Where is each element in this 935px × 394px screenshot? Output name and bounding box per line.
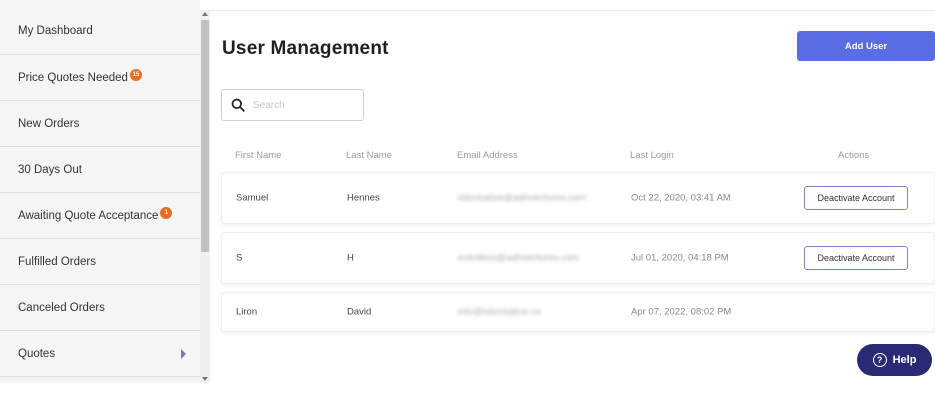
sidebar-item-canceled-orders[interactable]: Canceled Orders	[0, 285, 200, 331]
sidebar-scrollbar[interactable]	[200, 10, 210, 383]
email-cell: info@lsbcreative.co	[458, 306, 542, 318]
top-divider	[210, 10, 935, 11]
search-icon	[231, 98, 245, 112]
email-cell: lsbcreative@adhventures.com	[458, 192, 586, 204]
column-header-first-name: First Name	[235, 150, 282, 161]
last-login-cell: Jul 01, 2020, 04:18 PM	[631, 252, 729, 264]
sidebar-item-30-days-out[interactable]: 30 Days Out	[0, 147, 200, 193]
count-badge: 15	[129, 68, 142, 81]
help-button[interactable]: ? Help	[857, 344, 932, 376]
sidebar-item-label: New Orders	[18, 117, 80, 130]
column-header-actions: Actions	[838, 150, 870, 161]
sidebar-item-label: Price Quotes Needed	[18, 71, 128, 84]
last-name-cell: H	[347, 252, 354, 264]
sidebar-item-awaiting-quote-acceptance[interactable]: Awaiting Quote Acceptance 1	[0, 193, 200, 239]
column-header-last-login: Last Login	[630, 150, 674, 161]
sidebar-item-my-dashboard[interactable]: My Dashboard	[0, 0, 200, 55]
sidebar-item-quotes[interactable]: Quotes	[0, 331, 200, 377]
scroll-thumb[interactable]	[201, 20, 209, 252]
question-circle-icon: ?	[872, 353, 887, 367]
count-badge: 1	[160, 206, 173, 219]
deactivate-account-button[interactable]: Deactivate Account	[804, 246, 908, 270]
sidebar-item-label: My Dashboard	[18, 25, 93, 37]
sidebar-item-new-orders[interactable]: New Orders	[0, 101, 200, 147]
help-label: Help	[892, 354, 917, 366]
column-header-last-name: Last Name	[346, 150, 392, 161]
column-header-email: Email Address	[457, 150, 518, 161]
chevron-right-icon	[181, 348, 186, 359]
table-row: Samuel Hennes lsbcreative@adhventures.co…	[221, 172, 935, 224]
first-name-cell: Liron	[236, 306, 258, 318]
sidebar-item-fulfilled-orders[interactable]: Fulfilled Orders	[0, 239, 200, 285]
last-name-cell: David	[347, 306, 372, 318]
sidebar-item-label: Canceled Orders	[18, 301, 105, 314]
sidebar-item-label: 30 Days Out	[18, 163, 82, 176]
search-input[interactable]	[253, 99, 353, 111]
scroll-up-arrow-icon[interactable]	[202, 12, 208, 16]
sidebar-item-price-quotes-needed[interactable]: Price Quotes Needed 15	[0, 55, 200, 101]
deactivate-account-button[interactable]: Deactivate Account	[804, 186, 908, 210]
sidebar: My Dashboard Price Quotes Needed 15 New …	[0, 0, 200, 383]
table-row: Liron David info@lsbcreative.co Apr 07, …	[221, 292, 935, 332]
first-name-cell: S	[236, 252, 243, 264]
first-name-cell: Samuel	[236, 192, 269, 204]
search-field[interactable]	[221, 89, 364, 121]
scroll-down-arrow-icon[interactable]	[202, 377, 208, 381]
last-name-cell: Hennes	[347, 192, 380, 204]
sidebar-item-label: Fulfilled Orders	[18, 255, 96, 268]
last-login-cell: Oct 22, 2020, 03:41 AM	[631, 192, 731, 204]
sidebar-item-label: Quotes	[18, 347, 56, 360]
email-cell: eventbos@adhventures.com	[458, 252, 580, 264]
page-title: User Management	[222, 38, 389, 59]
sidebar-item-label: Awaiting Quote Acceptance	[18, 209, 159, 222]
last-login-cell: Apr 07, 2022, 08:02 PM	[631, 306, 732, 318]
table-row: S H eventbos@adhventures.com Jul 01, 202…	[221, 232, 935, 284]
add-user-button[interactable]: Add User	[797, 31, 935, 61]
